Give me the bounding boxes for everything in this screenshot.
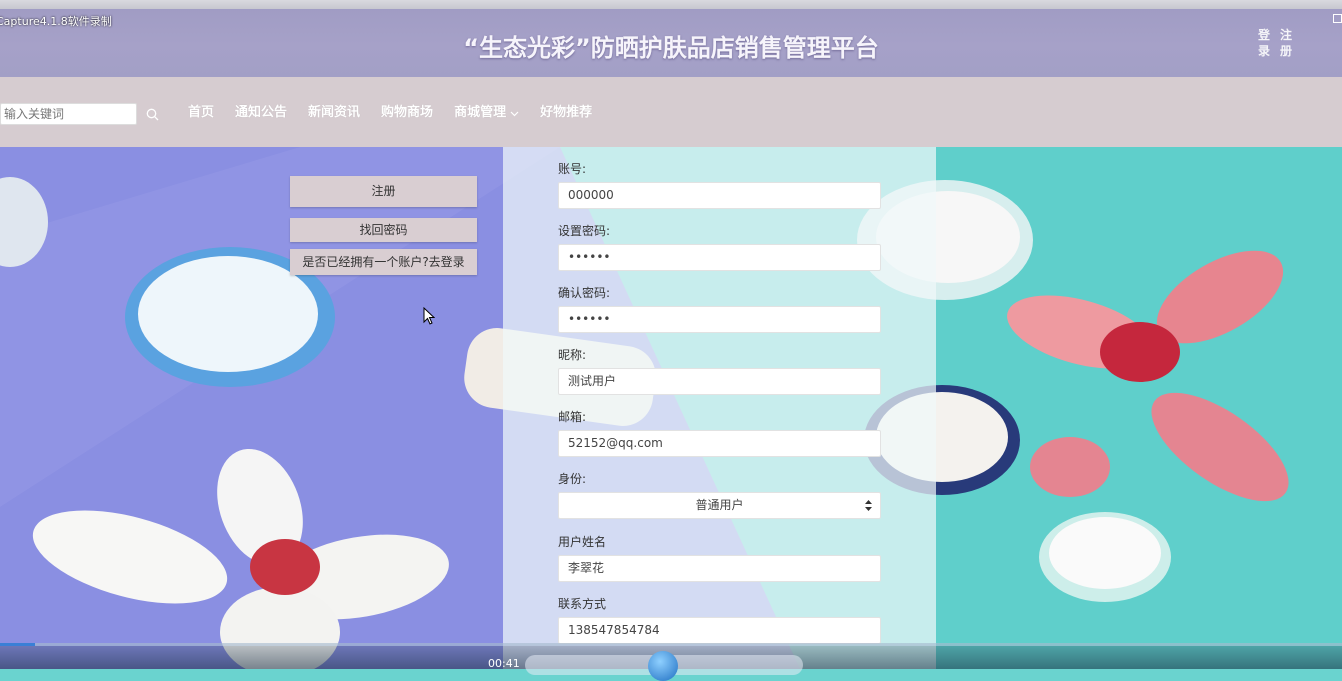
mouse-cursor-icon xyxy=(423,307,435,325)
nav-items: 首页 通知公告 新闻资讯 购物商场 商城管理 好物推荐 xyxy=(188,104,592,122)
nav-item-recommend[interactable]: 好物推荐 xyxy=(540,104,592,122)
nav-item-shop[interactable]: 购物商场 xyxy=(381,104,433,122)
site-title: “生态光彩”防晒护肤品店销售管理平台 xyxy=(463,34,879,62)
nav-item-mall-admin[interactable]: 商城管理 xyxy=(454,104,519,122)
auth-links: 登录 注册 xyxy=(1258,27,1298,59)
register-button[interactable]: 注册 xyxy=(290,176,477,207)
nav-item-news[interactable]: 新闻资讯 xyxy=(308,104,360,122)
account-field[interactable]: 000000 xyxy=(558,182,881,209)
nav-item-label: 好物推荐 xyxy=(540,105,593,120)
select-arrows-icon xyxy=(865,500,872,511)
expand-icon[interactable] xyxy=(1333,14,1342,23)
confirm-password-field[interactable]: •••••• xyxy=(558,306,881,333)
identity-select[interactable]: 普通用户 xyxy=(558,492,881,519)
nav-item-label: 新闻资讯 xyxy=(308,105,361,120)
email-field[interactable]: 52152@qq.com xyxy=(558,430,881,457)
search-input[interactable] xyxy=(0,103,137,125)
go-login-button[interactable]: 是否已经拥有一个账户?去登录 xyxy=(290,249,477,275)
forgot-password-button[interactable]: 找回密码 xyxy=(290,218,477,242)
main-nav: 首页 通知公告 新闻资讯 购物商场 商城管理 好物推荐 xyxy=(0,77,1342,147)
playback-time: 00:41 xyxy=(488,657,520,670)
phone-label: 联系方式 xyxy=(558,597,607,611)
nav-item-label: 购物商场 xyxy=(381,105,434,120)
nav-item-label: 首页 xyxy=(188,105,215,120)
nav-item-notices[interactable]: 通知公告 xyxy=(235,104,287,122)
account-label: 账号: xyxy=(558,162,587,176)
email-label: 邮箱: xyxy=(558,410,587,424)
realname-label: 用户姓名 xyxy=(558,535,607,549)
login-link[interactable]: 登录 xyxy=(1258,27,1272,59)
register-link[interactable]: 注册 xyxy=(1280,27,1294,59)
nav-item-label: 商城管理 xyxy=(454,105,507,120)
nickname-label: 昵称: xyxy=(558,348,587,362)
video-player-bar: 00:41 xyxy=(0,643,1342,681)
chevron-down-icon xyxy=(510,111,519,116)
password-field[interactable]: •••••• xyxy=(558,244,881,271)
search-icon[interactable] xyxy=(146,108,159,121)
header: Capture4.1.8软件录制 “生态光彩”防晒护肤品店销售管理平台 登录 注… xyxy=(0,0,1342,77)
phone-field[interactable]: 138547854784 xyxy=(558,617,881,644)
confirm-password-label: 确认密码: xyxy=(558,286,611,300)
progress-track[interactable] xyxy=(0,643,1342,646)
nav-item-home[interactable]: 首页 xyxy=(188,104,214,122)
recorder-watermark: Capture4.1.8软件录制 xyxy=(0,15,112,28)
identity-label: 身份: xyxy=(558,472,587,486)
register-page: 注册 找回密码 是否已经拥有一个账户?去登录 账号: 000000 设置密码: … xyxy=(0,147,1342,669)
realname-field[interactable]: 李翠花 xyxy=(558,555,881,582)
progress-fill xyxy=(0,643,35,646)
nickname-field[interactable]: 测试用户 xyxy=(558,368,881,395)
identity-selected-value: 普通用户 xyxy=(695,498,744,512)
password-label: 设置密码: xyxy=(558,224,611,238)
nav-item-label: 通知公告 xyxy=(235,105,288,120)
play-button[interactable] xyxy=(648,651,678,681)
browser-top-strip xyxy=(0,0,1342,9)
